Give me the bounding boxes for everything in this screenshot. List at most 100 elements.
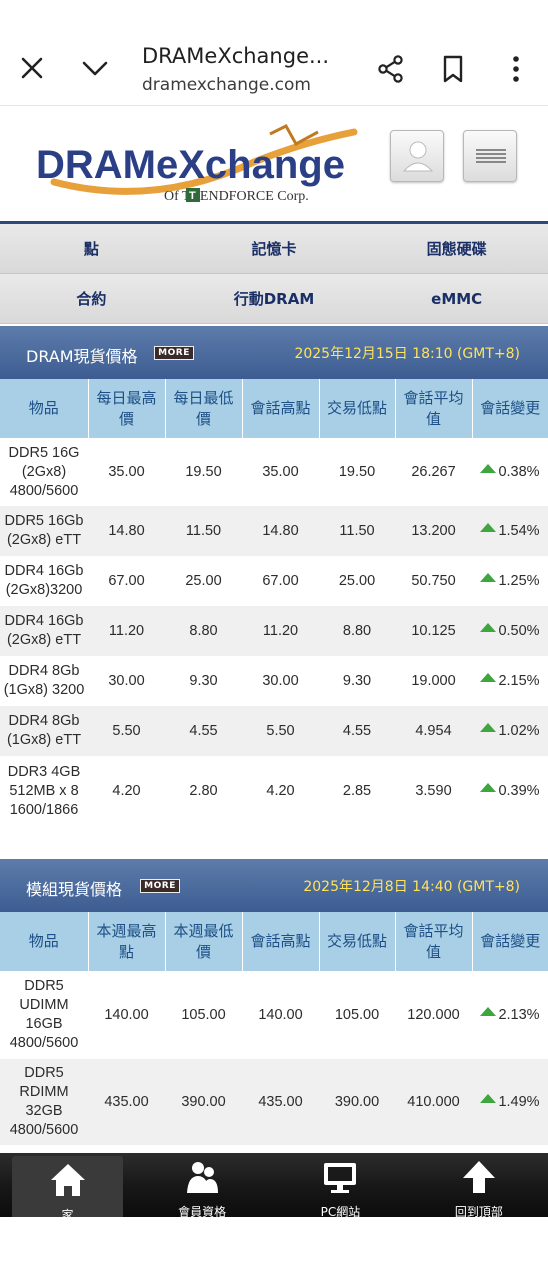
close-icon[interactable]	[18, 54, 46, 82]
session-avg: 410.000	[395, 1059, 472, 1145]
nav-item-emmc[interactable]: eMMC	[365, 274, 548, 323]
category-nav: 點 記憶卡 固態硬碟 合約 行動DRAM eMMC	[0, 224, 548, 324]
table-row: DDR3 4GB 512MB x 8 1600/1866 4.20 2.80 4…	[0, 756, 548, 826]
daily-high: 5.50	[88, 706, 165, 756]
dram-spot-date: 2025年12月15日 18:10 (GMT+8)	[294, 346, 520, 362]
session-avg: 4.954	[395, 706, 472, 756]
daily-high: 67.00	[108, 572, 145, 589]
daily-high: 35.00	[108, 463, 145, 480]
site-header: DRAMeXchange Of TRENDFORCE Corp. T	[0, 106, 548, 224]
weekly-low: 105.00	[181, 1006, 226, 1023]
module-table-header: 物品 本週最高點 本週最低價 會話高點 交易低點 會話平均值 會話變更	[0, 912, 548, 971]
nav-item-ssd[interactable]: 固態硬碟	[365, 224, 548, 273]
col-header-weekly-low: 本週最低價	[165, 912, 243, 971]
daily-low: 19.50	[185, 463, 222, 480]
item-name[interactable]: DDR4 8Gb (1Gx8) eTT	[0, 706, 88, 756]
col-header-daily-low: 每日最低價	[165, 379, 243, 438]
table-row: DDR5 RDIMM 32GB 4800/5600 435.00 390.00 …	[0, 1059, 548, 1145]
dramexchange-logo[interactable]: DRAMeXchange Of TRENDFORCE Corp. T	[34, 122, 370, 208]
arrow-up-icon	[462, 1161, 495, 1193]
session-avg: 120.000	[407, 1006, 460, 1023]
dram-table-header: 物品 每日最高價 每日最低價 會話高點 交易低點 會話平均值 會話變更	[0, 379, 548, 438]
chevron-down-icon[interactable]	[80, 54, 110, 82]
session-change-value: 2.13%	[498, 1006, 540, 1023]
trade-low: 25.00	[338, 572, 376, 589]
item-name[interactable]: DDR3 4GB 512MB x 8 1600/1866	[0, 756, 88, 826]
item-name[interactable]: DDR5 UDIMM 16GB 4800/5600	[0, 971, 88, 1059]
session-high: 67.00	[262, 572, 299, 589]
home-icon	[50, 1164, 85, 1196]
logo-wordmark: DRAMeXchange	[36, 143, 345, 187]
session-change: 1.02%	[472, 706, 548, 756]
weekly-low: 390.00	[165, 1059, 242, 1145]
bottom-nav-pc-site-label: PC網站	[320, 1205, 361, 1219]
col-header-item: 物品	[0, 379, 89, 438]
trade-low: 8.80	[319, 606, 395, 656]
col-header-session-high: 會話高點	[242, 912, 320, 971]
session-high: 4.20	[266, 782, 295, 799]
weekly-high: 140.00	[104, 1006, 149, 1023]
item-name[interactable]: DDR4 16Gb (2Gx8)3200	[0, 556, 88, 606]
col-header-session-change: 會話變更	[472, 912, 548, 971]
item-name[interactable]: DDR5 RDIMM 32GB 4800/5600	[0, 1059, 88, 1145]
up-arrow-icon	[480, 463, 497, 473]
nav-item-memory-card[interactable]: 記憶卡	[183, 224, 366, 273]
session-change-value: 0.38%	[498, 463, 540, 480]
browser-toolbar: DRAMeXchange... dramexchange.com	[0, 0, 548, 106]
dram-more-button[interactable]: MORE	[154, 346, 194, 360]
dram-spot-table: 物品 每日最高價 每日最低價 會話高點 交易低點 會話平均值 會話變更 DDR5…	[0, 379, 548, 826]
nav-item-contract[interactable]: 合約	[0, 274, 183, 323]
monitor-icon	[324, 1163, 357, 1193]
browser-page-title[interactable]: DRAMeXchange...	[142, 44, 329, 68]
item-name[interactable]: DDR5 16Gb (2Gx8) eTT	[0, 506, 88, 556]
module-more-button[interactable]: MORE	[140, 879, 180, 893]
session-change: 1.25%	[472, 556, 548, 606]
session-high: 140.00	[258, 1006, 303, 1023]
session-change-value: 1.54%	[498, 522, 540, 539]
menu-button[interactable]	[463, 130, 517, 182]
bottom-nav-members[interactable]: 會員資格	[133, 1153, 271, 1219]
up-arrow-icon	[480, 572, 497, 582]
bottom-nav-home-label: 家	[61, 1208, 74, 1222]
session-change-value: 1.02%	[498, 722, 540, 739]
item-name[interactable]: DDR4 8Gb (1Gx8) 3200	[0, 656, 88, 706]
bookmark-icon[interactable]	[440, 54, 466, 84]
session-change: 0.39%	[472, 756, 548, 826]
user-button[interactable]	[390, 130, 444, 182]
logo-subtitle: Of TRENDFORCE Corp.	[164, 189, 309, 204]
browser-url[interactable]: dramexchange.com	[142, 75, 311, 95]
col-header-daily-high: 每日最高價	[88, 379, 166, 438]
daily-high: 4.20	[112, 782, 141, 799]
bottom-nav-back-to-top[interactable]: 回到頂部	[410, 1153, 548, 1219]
session-change: 0.38%	[472, 438, 548, 506]
bottom-nav-home[interactable]: 家	[12, 1156, 123, 1222]
nav-item-spot[interactable]: 點	[0, 224, 183, 273]
nav-item-mobile-dram[interactable]: 行動DRAM	[183, 274, 366, 323]
session-change-value: 2.15%	[498, 672, 540, 689]
up-arrow-icon	[480, 782, 497, 792]
col-header-item: 物品	[0, 912, 89, 971]
session-avg: 26.267	[411, 463, 456, 480]
session-high: 435.00	[242, 1059, 319, 1145]
session-high: 11.20	[242, 606, 319, 656]
trade-low: 390.00	[319, 1059, 395, 1145]
share-icon[interactable]	[376, 54, 406, 84]
trade-low: 11.50	[319, 506, 395, 556]
module-spot-table: 物品 本週最高點 本週最低價 會話高點 交易低點 會話平均值 會話變更 DDR5…	[0, 912, 548, 1145]
item-name[interactable]: DDR5 16G (2Gx8) 4800/5600	[0, 438, 88, 506]
bottom-nav-members-label: 會員資格	[178, 1205, 227, 1219]
session-change: 0.50%	[472, 606, 548, 656]
up-arrow-icon	[480, 522, 497, 532]
session-high: 14.80	[242, 506, 319, 556]
col-header-session-change: 會話變更	[472, 379, 548, 438]
session-avg: 10.125	[395, 606, 472, 656]
bottom-nav-pc-site[interactable]: PC網站	[271, 1153, 409, 1219]
more-vert-icon[interactable]	[504, 54, 528, 84]
table-row: DDR4 16Gb (2Gx8) eTT 11.20 8.80 11.20 8.…	[0, 606, 548, 656]
nav-row-2: 合約 行動DRAM eMMC	[0, 274, 548, 324]
table-row: DDR5 16G (2Gx8) 4800/5600 35.00 19.50 35…	[0, 438, 548, 506]
item-name[interactable]: DDR4 16Gb (2Gx8) eTT	[0, 606, 88, 656]
trade-low: 2.85	[342, 782, 372, 799]
nav-row-1: 點 記憶卡 固態硬碟	[0, 224, 548, 274]
trade-low: 105.00	[334, 1006, 380, 1023]
